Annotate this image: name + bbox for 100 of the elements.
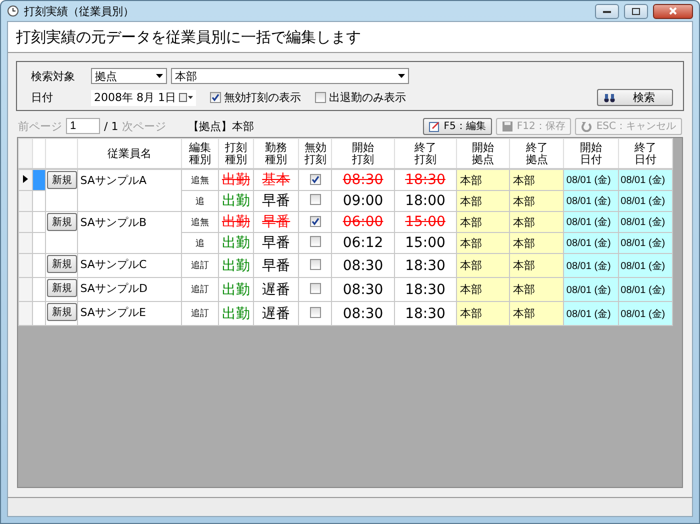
table-cell: 08/01 (金) <box>564 254 618 278</box>
field-label: 日付 <box>31 90 54 105</box>
start-time: 08:30 <box>342 282 384 298</box>
column-header: 編集種別 <box>188 142 212 166</box>
search-button[interactable]: 検索 <box>597 89 673 106</box>
checkbox[interactable] <box>310 236 321 247</box>
edit-kind: 追訂 <box>190 261 209 271</box>
clock-icon <box>7 5 19 17</box>
edit-kind: 追訂 <box>190 309 209 319</box>
table-cell: 本部 <box>510 232 564 254</box>
table-cell: 本部 <box>456 212 510 232</box>
column-header: 勤務種別 <box>264 142 288 166</box>
page-heading: 打刻実績の元データを従業員別に一括で編集します <box>8 22 692 53</box>
table-cell: 08/01 (金) <box>564 169 618 190</box>
edit-button[interactable]: F5：編集 <box>422 118 492 134</box>
table-cell: 08/01 (金) <box>618 169 672 190</box>
end-time: 18:30 <box>405 282 446 298</box>
punch-type: 出勤 <box>222 235 250 251</box>
checkbox[interactable] <box>310 258 321 270</box>
edit-kind: 追無 <box>190 218 209 228</box>
punch-type: 出勤 <box>222 214 250 230</box>
table-cell: 08/01 (金) <box>564 190 618 212</box>
employee-name: SAサンプルD <box>80 282 148 295</box>
calendar-dropdown-icon <box>178 93 193 102</box>
field-label: 検索対象 <box>31 68 76 84</box>
edit-kind: 追無 <box>190 176 209 186</box>
table-cell: 08/01 (金) <box>618 302 672 326</box>
employee-name: SAサンプルA <box>80 174 146 187</box>
checkbox[interactable] <box>310 216 321 226</box>
dropdown[interactable]: 本部 <box>171 68 409 84</box>
end-time: 18:00 <box>405 193 446 209</box>
table-cell: 08/01 (金) <box>564 232 618 254</box>
checkbox[interactable] <box>310 306 321 318</box>
checkbox[interactable] <box>310 194 321 205</box>
table-cell: 本部 <box>456 232 510 254</box>
column-header: 開始日付 <box>579 142 604 166</box>
column-header: 無効打刻 <box>303 142 328 166</box>
edit-icon <box>428 120 440 132</box>
table-cell: 本部 <box>510 254 564 278</box>
maximize-button[interactable] <box>624 4 648 18</box>
new-button[interactable]: 新規 <box>47 171 77 189</box>
column-header: 開始拠点 <box>471 142 496 166</box>
end-time: 15:00 <box>405 214 446 230</box>
row-pointer-icon <box>23 175 28 183</box>
column-header: 終了打刻 <box>413 142 438 166</box>
column-header: 終了拠点 <box>524 142 549 166</box>
table-cell: 本部 <box>510 278 564 302</box>
edit-kind: 追 <box>195 238 204 248</box>
shift-type: 早番 <box>262 214 290 230</box>
shift-type: 遅番 <box>262 282 290 298</box>
window-title: 打刻実績（従業員別） <box>24 4 134 18</box>
column-header: 開始打刻 <box>351 142 376 166</box>
close-button[interactable] <box>653 4 693 18</box>
start-time: 06:00 <box>342 214 384 230</box>
new-button[interactable]: 新規 <box>47 303 77 321</box>
caret-icon <box>398 74 405 78</box>
edit-kind: 追 <box>195 196 204 206</box>
new-button[interactable]: 新規 <box>47 213 77 231</box>
table-cell: 本部 <box>456 169 510 190</box>
column-header: 終了日付 <box>633 142 658 166</box>
close-icon <box>669 7 677 15</box>
table-cell: 本部 <box>456 302 510 326</box>
column-header: 打刻種別 <box>224 142 248 166</box>
new-button[interactable]: 新規 <box>47 279 77 297</box>
dropdown[interactable]: 拠点 <box>91 68 167 84</box>
table-cell: 本部 <box>456 190 510 212</box>
table-cell: 本部 <box>510 302 564 326</box>
column-header: 従業員名 <box>107 146 152 160</box>
end-time: 18:30 <box>405 258 446 274</box>
undo-icon <box>581 120 592 132</box>
page-total: / 1 <box>104 120 118 132</box>
minimize-button[interactable] <box>595 4 619 18</box>
shift-type: 早番 <box>262 258 290 274</box>
table-cell: 08/01 (金) <box>618 190 672 212</box>
table-cell: 08/01 (金) <box>564 302 618 326</box>
employee-name: SAサンプルC <box>80 258 147 271</box>
checkbox[interactable] <box>310 282 321 294</box>
table-cell: 08/01 (金) <box>618 254 672 278</box>
start-time: 09:00 <box>342 193 384 209</box>
shift-type: 早番 <box>262 193 290 209</box>
filter-label: 【拠点】本部 <box>188 118 254 134</box>
table-cell: 本部 <box>510 212 564 232</box>
punch-type: 出勤 <box>222 193 250 209</box>
edit-kind: 追訂 <box>190 285 209 295</box>
checkbox-label: 無効打刻の表示 <box>224 90 301 105</box>
punch-type: 出勤 <box>222 258 250 274</box>
table-cell: 本部 <box>456 254 510 278</box>
start-time: 08:30 <box>342 258 384 274</box>
end-time: 15:00 <box>405 235 446 251</box>
table-cell: 08/01 (金) <box>618 278 672 302</box>
date-picker[interactable]: 2008年 8月 1日 <box>91 90 196 106</box>
new-button[interactable]: 新規 <box>47 255 77 273</box>
page-field[interactable]: 1 <box>66 118 100 134</box>
shift-type: 遅番 <box>262 306 290 322</box>
checkbox[interactable] <box>210 92 221 103</box>
punch-type: 出勤 <box>222 282 250 298</box>
minimize-icon <box>603 10 611 12</box>
shift-type: 早番 <box>262 235 290 251</box>
checkbox[interactable] <box>314 92 326 103</box>
checkbox[interactable] <box>310 174 321 184</box>
